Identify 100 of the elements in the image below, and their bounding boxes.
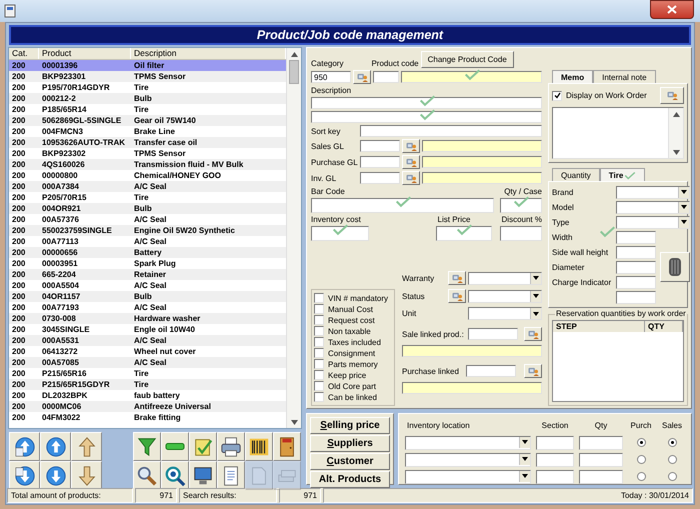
product-row[interactable]: 200 00000656 Battery	[9, 247, 286, 258]
product-row[interactable]: 200 BKP923302 TPMS Sensor	[9, 148, 286, 159]
checkbox[interactable]	[314, 293, 324, 303]
checkbox[interactable]	[314, 337, 324, 347]
dropdown[interactable]	[468, 307, 542, 320]
product-row[interactable]: 200 10953626AUTO-TRAK Transfer case oil	[9, 137, 286, 148]
radio-button[interactable]	[636, 472, 646, 481]
product-row[interactable]: 200 00A77113 A/C Seal	[9, 236, 286, 247]
product-row[interactable]: 200 P195/70R14GDYR Tire	[9, 82, 286, 93]
input-field[interactable]	[402, 345, 542, 357]
scrollbar-thumb[interactable]	[289, 60, 299, 84]
radio-button[interactable]	[668, 472, 676, 481]
dropdown[interactable]	[468, 272, 542, 284]
product-row[interactable]: 200 550023759SINGLE Engine Oil 5W20 Synthetic	[9, 225, 286, 236]
product-row[interactable]: 200 P215/65R16 Tire	[9, 368, 286, 379]
product-row[interactable]: 200 5062869GL-5SINGLE Gear oil 75W140	[9, 115, 286, 126]
column-header[interactable]: Product	[39, 48, 131, 59]
product-row[interactable]: 200 3045SINGLE Engle oil 10W40	[9, 324, 286, 335]
input-field[interactable]	[500, 198, 542, 213]
lookup-button[interactable]	[402, 139, 420, 153]
product-row[interactable]: 200 000A5504 A/C Seal	[9, 280, 286, 291]
memo-field[interactable]	[552, 107, 684, 159]
input-field[interactable]	[373, 71, 399, 83]
change-code-button[interactable]: Change Product Code	[420, 51, 514, 68]
input-field[interactable]: 950	[311, 71, 351, 83]
radio-button[interactable]	[636, 438, 646, 447]
product-row[interactable]: 200 00A57376 A/C Seal	[9, 214, 286, 225]
product-row[interactable]: 200 000212-2 Bulb	[9, 93, 286, 104]
input-field[interactable]	[360, 172, 400, 184]
product-row[interactable]: 200 00A77193 A/C Seal	[9, 302, 286, 313]
input-field[interactable]	[360, 125, 542, 137]
product-row[interactable]: 200 000A5531 A/C Seal	[9, 335, 286, 346]
tire-button[interactable]	[660, 252, 690, 282]
product-row[interactable]: 200 00003951 Spark Plug	[9, 258, 286, 269]
input-field[interactable]	[616, 230, 656, 244]
toolbar-button[interactable]	[189, 461, 217, 490]
toolbar-button[interactable]	[161, 461, 189, 490]
input-field[interactable]	[616, 276, 656, 288]
product-row[interactable]: 200 04OR1157 Bulb	[9, 291, 286, 302]
product-row[interactable]: 200 000A7384 A/C Seal	[9, 181, 286, 192]
input-field[interactable]	[311, 198, 494, 213]
dropdown[interactable]	[616, 200, 690, 214]
product-row[interactable]: 200 00001396 Oil filter	[9, 60, 286, 71]
input-field[interactable]	[536, 470, 574, 484]
toolbar-button[interactable]	[40, 461, 71, 490]
input-field[interactable]	[360, 156, 400, 168]
input-field[interactable]	[579, 436, 623, 450]
input-field[interactable]	[579, 452, 623, 466]
input-field[interactable]	[466, 365, 516, 377]
product-row[interactable]: 200 0730-008 Hardware washer	[9, 313, 286, 324]
action-button[interactable]: Alt. Products	[310, 471, 390, 488]
product-row[interactable]: 200 DL2032BPK faub battery	[9, 390, 286, 401]
input-field[interactable]	[436, 226, 492, 241]
input-field[interactable]	[360, 140, 400, 152]
input-field[interactable]	[311, 226, 369, 241]
product-row[interactable]: 200 BKP923301 TPMS Sensor	[9, 71, 286, 82]
product-row[interactable]: 200 4QS160026 Transmission fluid - MV Bulk	[9, 159, 286, 170]
radio-button[interactable]	[668, 455, 676, 464]
product-row[interactable]: 200 P185/65R14 Tire	[9, 104, 286, 115]
product-row[interactable]: 200 P205/70R15 Tire	[9, 192, 286, 203]
checkbox[interactable]	[314, 392, 324, 402]
input-field[interactable]	[401, 71, 542, 83]
checkbox[interactable]	[314, 304, 324, 314]
product-row[interactable]: 200 06413272 Wheel nut cover	[9, 346, 286, 357]
lookup-button[interactable]	[524, 364, 542, 378]
dropdown[interactable]	[405, 452, 531, 466]
close-button[interactable]	[650, 0, 694, 18]
input-field[interactable]	[536, 436, 574, 450]
checkbox[interactable]	[552, 90, 562, 100]
input-field[interactable]	[422, 140, 542, 152]
input-field[interactable]	[402, 382, 542, 394]
scrollbar[interactable]	[286, 48, 301, 428]
checkbox[interactable]	[314, 326, 324, 336]
checkbox[interactable]	[314, 359, 324, 369]
radio-button[interactable]	[636, 455, 646, 464]
radio-button[interactable]	[668, 438, 676, 447]
checkbox[interactable]	[314, 370, 324, 380]
dropdown[interactable]	[616, 186, 690, 198]
input-field[interactable]	[422, 172, 542, 184]
lookup-button[interactable]	[402, 171, 420, 185]
product-row[interactable]: 200 P215/65R15GDYR Tire	[9, 379, 286, 390]
dropdown[interactable]	[405, 436, 531, 450]
toolbar-button[interactable]	[217, 432, 245, 461]
input-field[interactable]	[616, 290, 656, 304]
input-field[interactable]	[536, 452, 574, 466]
dropdown[interactable]	[468, 290, 542, 302]
tab[interactable]: Tire	[600, 168, 646, 181]
product-row[interactable]: 200 665-2204 Retainer	[9, 269, 286, 280]
tab[interactable]: Quantity	[552, 168, 600, 181]
lookup-button[interactable]	[402, 155, 420, 169]
product-row[interactable]: 200 004FMCN3 Brake Line	[9, 126, 286, 137]
input-field[interactable]	[616, 260, 656, 274]
lookup-button[interactable]	[353, 70, 371, 84]
scrollbar[interactable]	[668, 108, 683, 158]
product-row[interactable]: 200 00000800 Chemical/HONEY GOO	[9, 170, 286, 181]
lookup-button[interactable]	[448, 271, 466, 285]
toolbar-button[interactable]	[133, 432, 161, 461]
input-field[interactable]	[311, 97, 542, 109]
action-button[interactable]: Suppliers	[310, 435, 390, 452]
action-button[interactable]: Customer	[310, 453, 390, 470]
